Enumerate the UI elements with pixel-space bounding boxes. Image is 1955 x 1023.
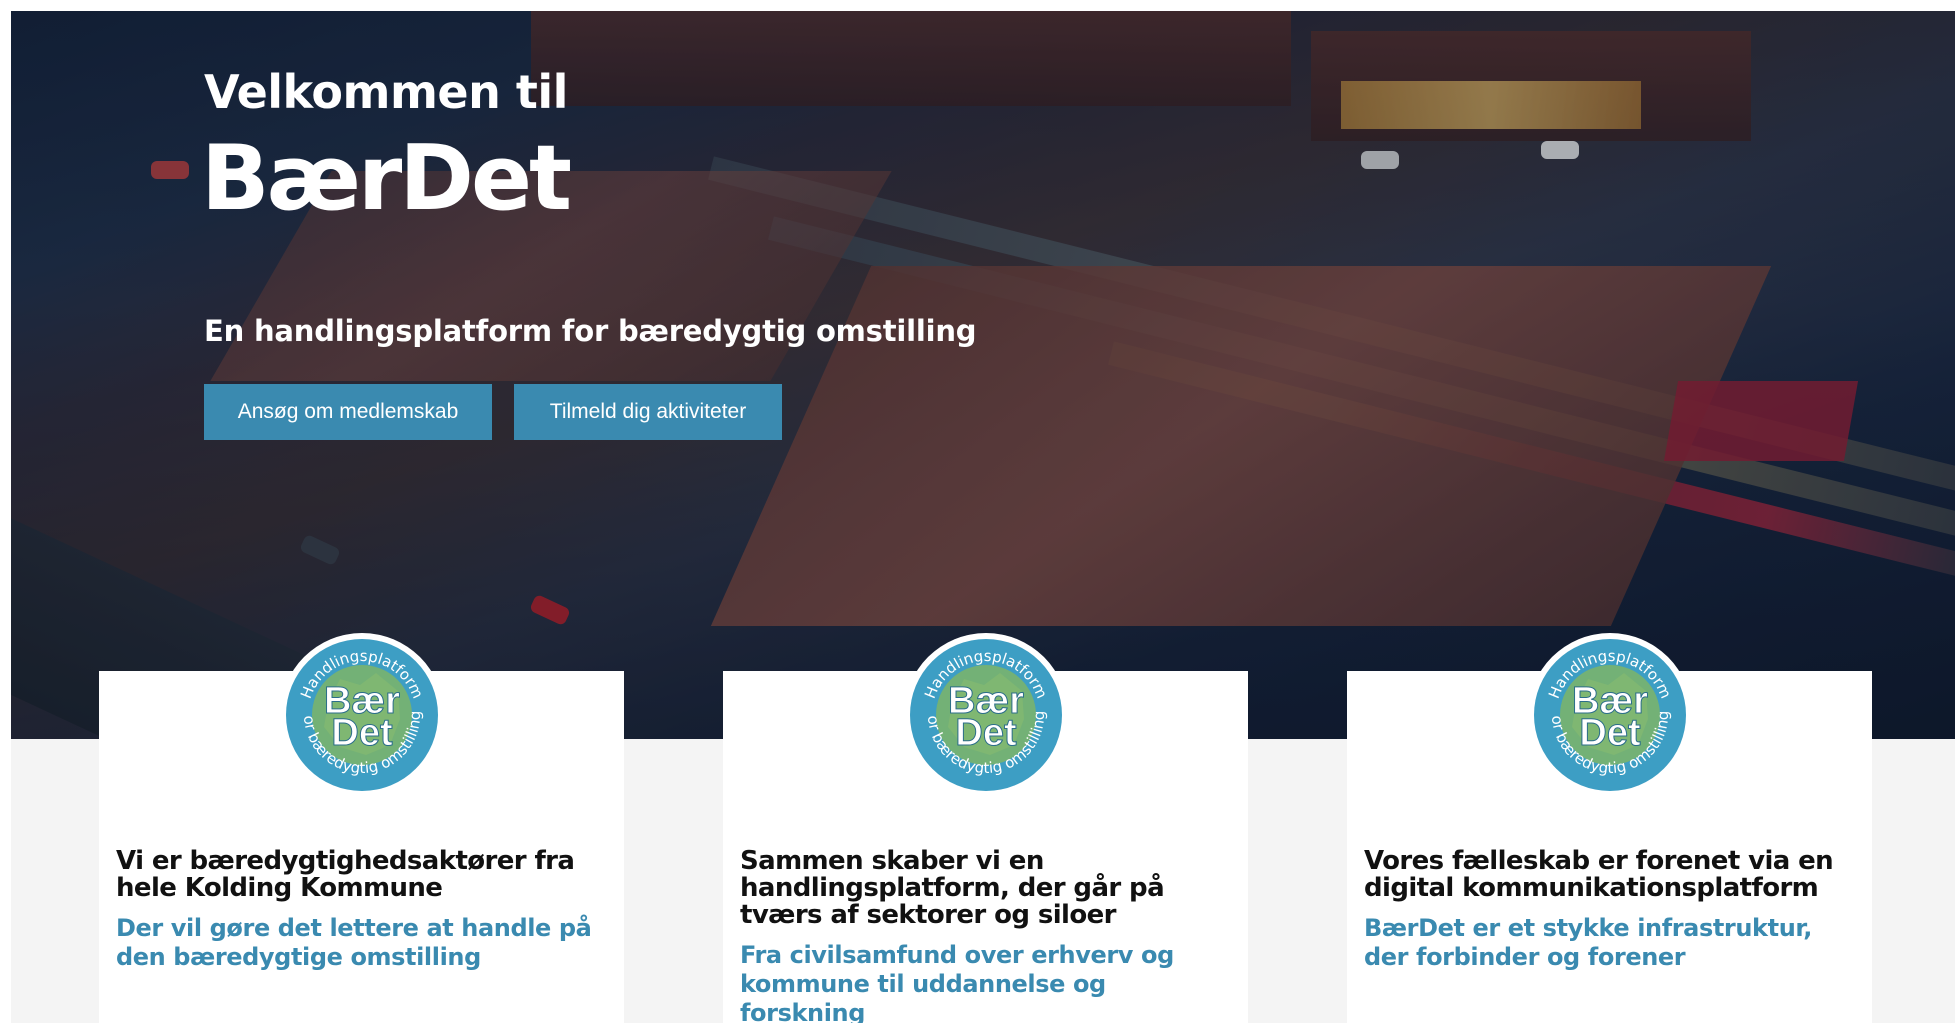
card-subtitle: Der vil gøre det lettere at handle på de…: [116, 914, 592, 971]
apply-membership-button[interactable]: Ansøg om medlemskab: [204, 384, 492, 440]
feature-card: Handlingsplatform for bæredygtig omstill…: [1347, 633, 1872, 1023]
card-subtitle: BærDet er et stykke infrastruktur, der f…: [1364, 914, 1813, 971]
baerdet-logo: Handlingsplatform for bæredygtig omstill…: [903, 633, 1068, 797]
signup-activities-button[interactable]: Tilmeld dig aktiviteter: [514, 384, 782, 440]
welcome-heading: Velkommen til: [204, 65, 568, 119]
card-title: Vores fælleskab er forenet via en digita…: [1364, 846, 1834, 903]
feature-card: Handlingsplatform for bæredygtig omstill…: [99, 633, 624, 1023]
svg-text:Det: Det: [955, 712, 1017, 754]
card-subtitle: Fra civilsamfund over erhverv og kommune…: [740, 941, 1174, 1023]
page-frame: Velkommen til BærDet En handlingsplatfor…: [11, 11, 1955, 1023]
hero-banner: Velkommen til BærDet En handlingsplatfor…: [11, 11, 1955, 739]
svg-text:Det: Det: [1579, 712, 1641, 754]
svg-text:Det: Det: [331, 712, 393, 754]
brand-title: BærDet: [201, 126, 572, 231]
baerdet-logo: Handlingsplatform for bæredygtig omstill…: [1527, 633, 1692, 797]
hero-tagline: En handlingsplatform for bæredygtig omst…: [204, 314, 977, 348]
card-title: Vi er bæredygtighedsaktører fra hele Kol…: [116, 846, 575, 903]
baerdet-logo: Handlingsplatform for bæredygtig omstill…: [279, 633, 444, 797]
feature-card: Handlingsplatform for bæredygtig omstill…: [723, 633, 1248, 1023]
card-title: Sammen skaber vi en handlingsplatform, d…: [740, 846, 1165, 930]
